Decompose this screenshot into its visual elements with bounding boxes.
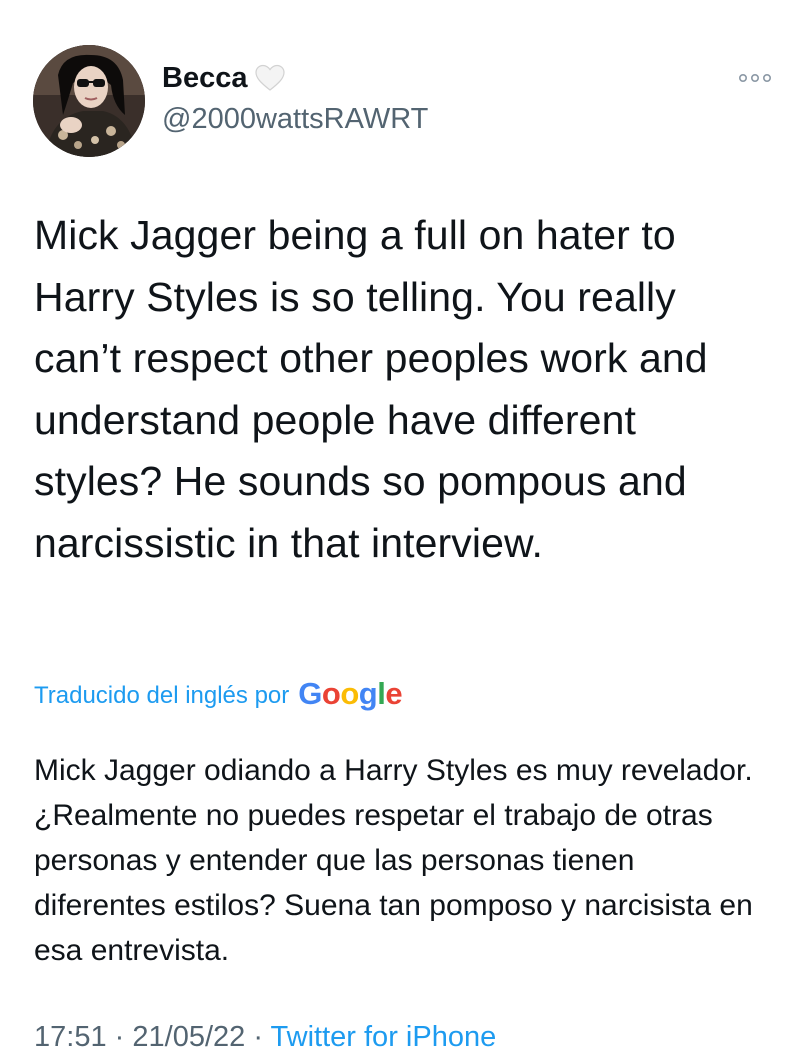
more-horizontal-icon <box>739 74 771 83</box>
author-name-row[interactable]: Becca <box>162 60 286 96</box>
author-handle[interactable]: @2000wattsRAWRT <box>162 101 428 137</box>
meta-separator: · <box>253 1021 263 1053</box>
tweet-metadata: 17:51 · 21/05/22 · Twitter for iPhone <box>34 1019 496 1055</box>
google-logo-letter: o <box>321 676 341 711</box>
white-heart-icon <box>255 64 286 92</box>
tweet-date[interactable]: 21/05/22 <box>132 1021 245 1053</box>
translation-attribution[interactable]: Traducido del inglés por Google <box>34 672 403 720</box>
google-logo-letter: g <box>358 676 378 711</box>
translation-label[interactable]: Traducido del inglés por <box>34 682 289 710</box>
tweet-source-link[interactable]: Twitter for iPhone <box>271 1021 497 1053</box>
google-logo-letter: o <box>340 676 359 711</box>
google-logo-letter: G <box>298 676 322 711</box>
google-logo: Google <box>298 676 402 712</box>
translated-text: Mick Jagger odiando a Harry Styles es mu… <box>34 754 753 967</box>
meta-separator: · <box>114 1021 125 1053</box>
tweet-text: Mick Jagger being a full on hater to Har… <box>34 212 708 566</box>
more-options-button[interactable] <box>735 64 775 92</box>
tweet-time[interactable]: 17:51 <box>34 1021 107 1053</box>
avatar-image <box>33 45 145 157</box>
google-logo-letter: e <box>385 676 403 711</box>
avatar[interactable] <box>33 45 145 157</box>
author-display-name[interactable]: Becca <box>162 60 247 96</box>
